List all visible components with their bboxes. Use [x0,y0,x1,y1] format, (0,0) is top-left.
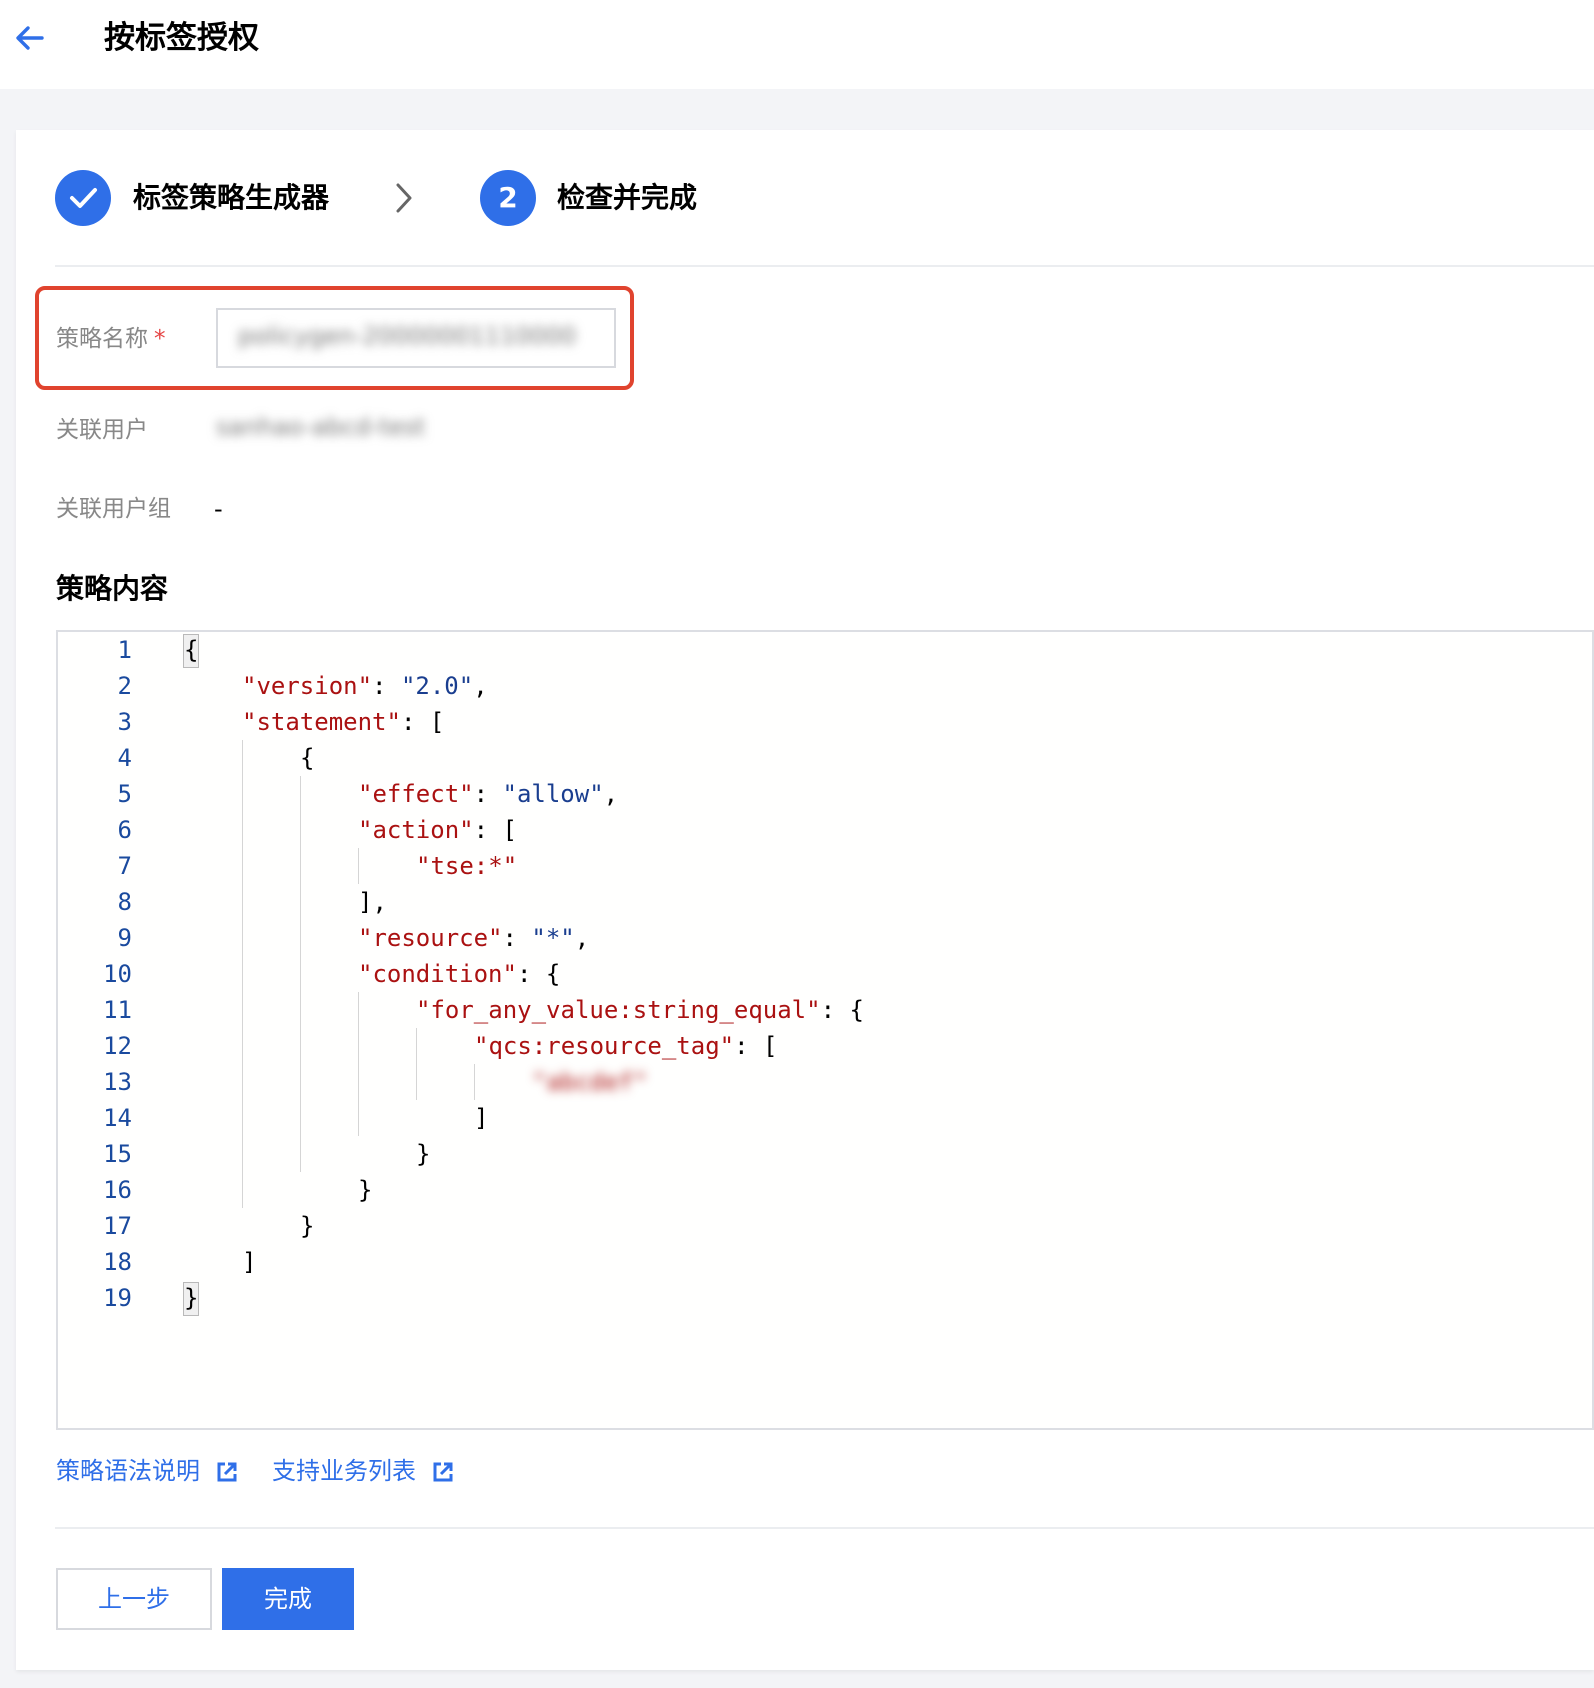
line-number: 3 [117,708,132,736]
code-line: 19} [58,1280,1592,1316]
line-number: 4 [117,744,132,772]
line-number: 12 [103,1032,132,1060]
line-number: 13 [103,1068,132,1096]
code-text: "qcs:resource_tag": [ [474,1032,778,1060]
policy-name-input[interactable]: policygen-20000001110000 [216,308,616,368]
chevron-right-icon [396,183,412,213]
code-text: "version": "2.0", [242,672,488,700]
code-line: 13 "abcdef" [58,1064,1592,1100]
page-title: 按标签授权 [104,20,259,56]
previous-step-button[interactable]: 上一步 [56,1568,212,1630]
supported-services-link[interactable]: 支持业务列表 [272,1454,416,1488]
top-bar: 按标签授权 [0,0,1594,89]
line-number: 5 [117,780,132,808]
step-1-label: 标签策略生成器 [133,181,330,214]
related-user-value: sanhao-abcd-test [216,413,426,441]
line-number: 11 [103,996,132,1024]
policy-name-label: 策略名称 * [56,326,166,352]
arrow-left-icon[interactable] [14,22,46,54]
line-number: 15 [103,1140,132,1168]
code-line: 18] [58,1244,1592,1280]
code-text: "statement": [ [242,708,445,736]
code-line: 15} [58,1136,1592,1172]
code-text: "action": [ [358,816,517,844]
code-line: 11 "for_any_value:string_equal": { [58,992,1592,1028]
step-completed-badge [55,170,111,226]
code-line: 7 "tse:*" [58,848,1592,884]
code-text: ] [242,1248,257,1276]
step-2-badge: 2 [480,170,536,226]
check-icon [70,188,97,208]
code-line: 17} [58,1208,1592,1244]
line-number: 1 [117,636,132,664]
done-button[interactable]: 完成 [222,1568,354,1630]
code-line: 9 "resource": "*", [58,920,1592,956]
line-number: 18 [103,1248,132,1276]
code-line: 16} [58,1172,1592,1208]
related-user-label: 关联用户 [56,417,148,443]
code-text: { [300,744,315,772]
line-number: 17 [103,1212,132,1240]
code-text: "tse:*" [416,852,518,880]
code-text: "abcdef" [532,1068,648,1096]
code-line: 6 "action": [ [58,812,1592,848]
policy-name-value: policygen-20000001110000 [238,322,577,350]
code-line: 2 "version": "2.0", [58,668,1592,704]
required-mark: * [154,326,166,352]
code-line: 10 "condition": { [58,956,1592,992]
related-group-value: - [214,495,223,523]
code-text: "condition": { [358,960,561,988]
code-text: "effect": "allow", [358,780,619,808]
line-number: 10 [103,960,132,988]
policy-content-title: 策略内容 [56,572,169,605]
line-number: 7 [117,852,132,880]
line-number: 8 [117,888,132,916]
related-group-label: 关联用户组 [56,496,171,522]
code-text: ] [474,1104,489,1132]
code-text: "for_any_value:string_equal": { [416,996,864,1024]
external-link-icon[interactable] [216,1461,238,1483]
code-text: } [416,1140,431,1168]
line-number: 6 [117,816,132,844]
code-text: } [358,1176,373,1204]
divider [55,265,1594,267]
code-text: } [300,1212,315,1240]
policy-syntax-link[interactable]: 策略语法说明 [56,1454,200,1488]
code-text: { [184,636,199,664]
code-line: 1{ [58,632,1592,668]
code-line: 12 "qcs:resource_tag": [ [58,1028,1592,1064]
external-link-icon[interactable] [432,1461,454,1483]
code-line: 4{ [58,740,1592,776]
code-line: 3 "statement": [ [58,704,1592,740]
divider [55,1527,1594,1529]
line-number: 14 [103,1104,132,1132]
step-2-label: 检查并完成 [557,181,698,214]
line-number: 9 [117,924,132,952]
code-line: 14] [58,1100,1592,1136]
line-number: 16 [103,1176,132,1204]
code-line: 5 "effect": "allow", [58,776,1592,812]
code-line: 8], [58,884,1592,920]
code-text: "resource": "*", [358,924,590,952]
code-text: ], [358,888,387,916]
line-number: 2 [117,672,132,700]
code-text: } [184,1284,199,1312]
line-number: 19 [103,1284,132,1312]
policy-code-editor[interactable]: 1{2 "version": "2.0", 3 "statement": [4{5 "e… [56,630,1594,1430]
